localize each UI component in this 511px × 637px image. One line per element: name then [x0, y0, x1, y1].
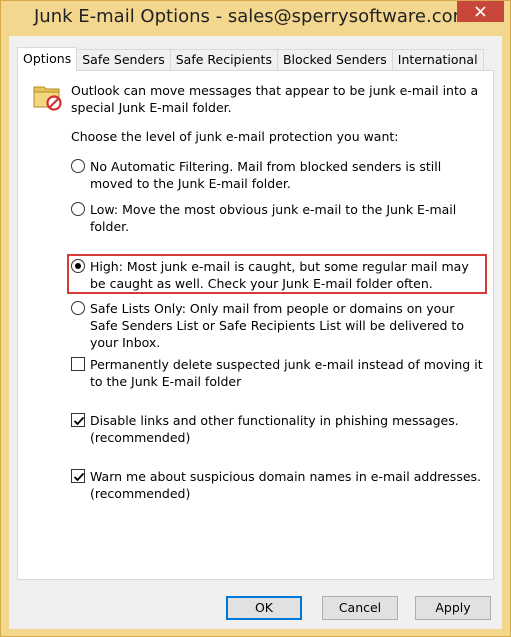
option-disable-phishing-links[interactable]: Disable links and other functionality in… — [71, 412, 486, 446]
close-icon — [475, 6, 486, 17]
permanently-delete-label: Permanently delete suspected junk e-mail… — [90, 357, 483, 389]
disable-phishing-links-label: Disable links and other functionality in… — [90, 413, 459, 445]
apply-button[interactable]: Apply — [415, 596, 491, 620]
tab-strip: Options Safe Senders Safe Recipients Blo… — [17, 47, 484, 71]
window-title: Junk E-mail Options - sales@sperrysoftwa… — [34, 6, 471, 27]
checkbox-warn-suspicious-domains[interactable] — [71, 469, 85, 483]
title-bar[interactable]: Junk E-mail Options - sales@sperrysoftwa… — [1, 1, 510, 36]
ok-button[interactable]: OK — [226, 596, 302, 620]
option-warn-suspicious-domains[interactable]: Warn me about suspicious domain names in… — [71, 468, 486, 502]
close-button[interactable] — [457, 1, 504, 22]
choose-level-label: Choose the level of junk e-mail protecti… — [71, 129, 399, 144]
intro-text: Outlook can move messages that appear to… — [71, 83, 479, 115]
level-low-label: Low: Move the most obvious junk e-mail t… — [90, 202, 457, 234]
dialog-client-area: Options Safe Senders Safe Recipients Blo… — [9, 36, 502, 629]
warn-suspicious-domains-label: Warn me about suspicious domain names in… — [90, 469, 482, 501]
option-permanently-delete[interactable]: Permanently delete suspected junk e-mail… — [71, 356, 486, 390]
junk-email-options-dialog: Junk E-mail Options - sales@sperrysoftwa… — [0, 0, 511, 637]
radio-safe-lists-only[interactable] — [71, 301, 85, 315]
junk-folder-icon — [33, 86, 62, 111]
level-low[interactable]: Low: Move the most obvious junk e-mail t… — [71, 201, 486, 235]
level-no-filtering[interactable]: No Automatic Filtering. Mail from blocke… — [71, 158, 486, 192]
level-safe-lists-only[interactable]: Safe Lists Only: Only mail from people o… — [71, 300, 486, 351]
level-safe-lists-only-label: Safe Lists Only: Only mail from people o… — [90, 301, 464, 350]
level-no-filtering-label: No Automatic Filtering. Mail from blocke… — [90, 159, 442, 191]
checkbox-permanently-delete[interactable] — [71, 357, 85, 371]
tab-safe-recipients[interactable]: Safe Recipients — [169, 49, 278, 71]
cancel-button[interactable]: Cancel — [322, 596, 398, 620]
highlight-box — [67, 254, 487, 294]
options-panel: Outlook can move messages that appear to… — [17, 70, 494, 580]
tab-options[interactable]: Options — [17, 47, 78, 71]
checkbox-disable-phishing-links[interactable] — [71, 413, 85, 427]
tab-blocked-senders[interactable]: Blocked Senders — [276, 49, 393, 71]
tab-safe-senders[interactable]: Safe Senders — [76, 49, 171, 71]
tab-international[interactable]: International — [391, 49, 484, 71]
radio-low[interactable] — [71, 202, 85, 216]
checkmark-icon — [73, 472, 85, 482]
radio-no-filtering[interactable] — [71, 159, 85, 173]
checkmark-icon — [73, 416, 85, 426]
